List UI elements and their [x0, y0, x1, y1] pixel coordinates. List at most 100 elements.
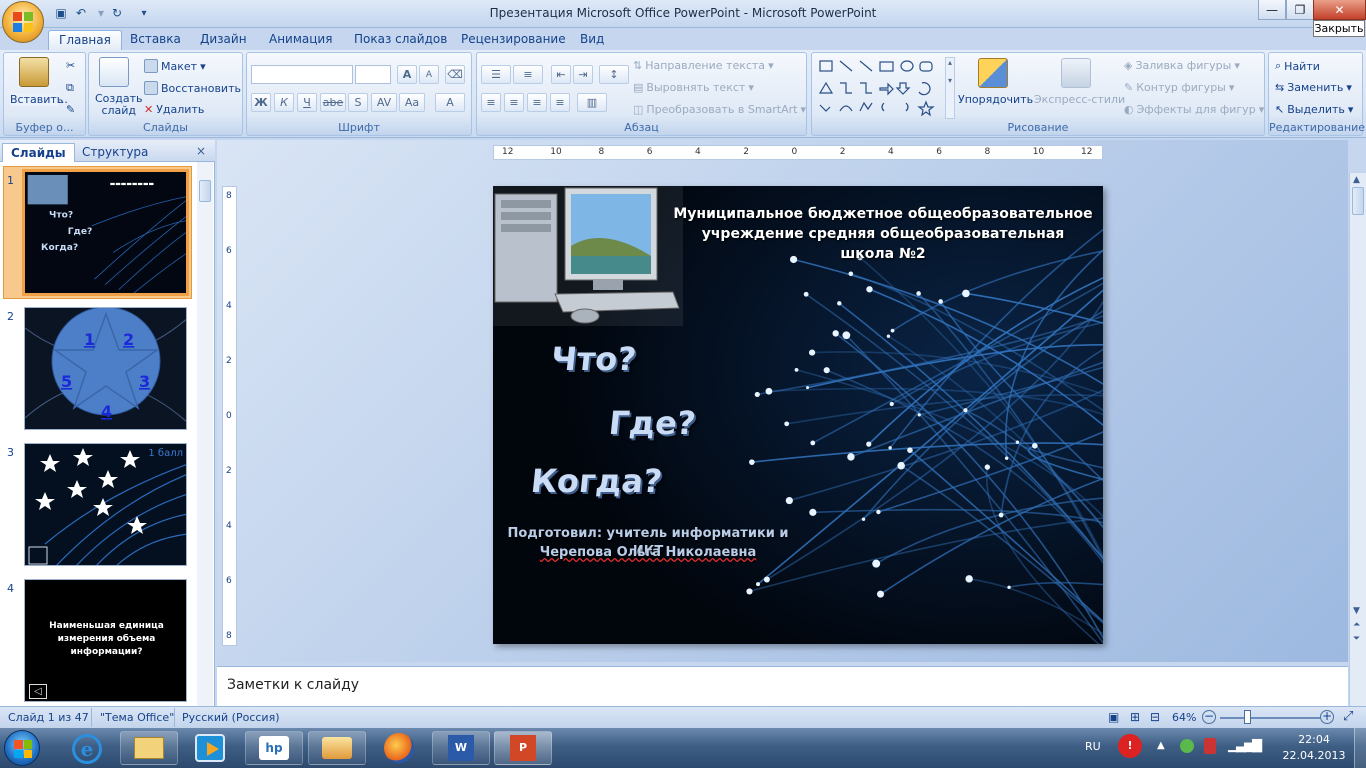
zoom-level[interactable]: 64%	[1172, 711, 1196, 724]
line-spacing-icon[interactable]: ↕	[599, 65, 629, 84]
scroll-up-icon[interactable]: ▲	[1353, 175, 1360, 185]
slideshow-view-icon[interactable]: ⊟	[1150, 710, 1160, 724]
align-right-icon[interactable]: ≡	[527, 93, 547, 112]
reset-button[interactable]: Восстановить	[144, 81, 241, 95]
delete-button[interactable]: ✕ Удалить	[144, 103, 204, 116]
shape-outline-button[interactable]: ✎ Контур фигуры ▾	[1124, 81, 1234, 94]
tab-review[interactable]: Рецензирование	[451, 30, 576, 50]
increase-indent-icon[interactable]: ⇥	[573, 65, 593, 84]
explorer-taskbar-button[interactable]	[120, 731, 178, 765]
select-button[interactable]: ↖ Выделить ▾	[1275, 103, 1353, 116]
font-family-combo[interactable]	[251, 65, 353, 84]
format-painter-icon[interactable]: ✎	[66, 103, 75, 116]
spacing-button[interactable]: AV	[371, 93, 397, 112]
justify-icon[interactable]: ≡	[550, 93, 570, 112]
notes-placeholder[interactable]: Заметки к слайду	[227, 677, 359, 693]
start-button[interactable]	[4, 730, 40, 766]
show-hidden-icons-icon[interactable]: ▲	[1157, 740, 1165, 751]
copy-icon[interactable]: ⧉	[66, 81, 74, 95]
shapes-scroll-icon[interactable]: ▴ ▾	[945, 57, 955, 119]
app-taskbar-button[interactable]	[308, 731, 366, 765]
bullets-icon[interactable]: ☰	[481, 65, 511, 84]
next-slide-icon[interactable]: ⏷	[1353, 634, 1360, 644]
notes-pane[interactable]: Заметки к слайду	[217, 666, 1348, 706]
tab-animation[interactable]: Анимация	[259, 30, 342, 50]
find-button[interactable]: ⌕ Найти	[1275, 59, 1320, 73]
internet-explorer-icon[interactable]: e	[72, 734, 102, 764]
align-center-icon[interactable]: ≡	[504, 93, 524, 112]
quick-styles-button[interactable]: Экспресс-стили	[1034, 93, 1125, 106]
columns-icon[interactable]: ▥	[577, 93, 607, 112]
grow-font-button[interactable]: A	[397, 65, 417, 84]
zoom-in-icon[interactable]: +	[1320, 710, 1334, 724]
align-left-icon[interactable]: ≡	[481, 93, 501, 112]
underline-button[interactable]: Ч	[297, 93, 317, 112]
zoom-slider-thumb[interactable]	[1244, 710, 1251, 724]
normal-view-icon[interactable]: ▣	[1108, 710, 1119, 724]
shadow-button[interactable]: S	[348, 93, 368, 112]
office-button[interactable]	[2, 1, 44, 43]
zoom-slider[interactable]	[1220, 717, 1320, 719]
slide-sorter-icon[interactable]: ⊞	[1130, 710, 1140, 724]
minimize-button[interactable]: —	[1258, 0, 1286, 20]
language-indicator[interactable]: Русский (Россия)	[182, 711, 280, 724]
tab-slideshow[interactable]: Показ слайдов	[344, 30, 457, 50]
layout-button[interactable]: Макет ▾	[144, 59, 206, 73]
paste-label[interactable]: Вставить	[10, 93, 63, 106]
powerpoint-taskbar-button[interactable]: P	[494, 731, 552, 765]
smartart-button[interactable]: ◫ Преобразовать в SmartArt ▾	[633, 103, 806, 116]
previous-slide-icon[interactable]: ⏶	[1353, 620, 1360, 630]
thumbnail-slide-1[interactable]: ▬▬▬▬▬▬▬▬ Что? Где? Когда?	[22, 169, 189, 296]
thumbnail-slide-2[interactable]: 1 2 3 4 5	[24, 307, 187, 430]
scroll-thumb[interactable]	[1352, 187, 1364, 215]
shape-fill-button[interactable]: ◈ Заливка фигуры ▾	[1124, 59, 1240, 72]
close-button[interactable]: ✕	[1313, 0, 1366, 20]
clock-time[interactable]: 22:04	[1280, 733, 1348, 746]
close-panel-icon[interactable]: ×	[196, 144, 206, 158]
new-slide-button[interactable]: Создать слайд	[95, 93, 143, 117]
strike-button[interactable]: abe	[320, 93, 346, 112]
clock-date[interactable]: 22.04.2013	[1280, 749, 1348, 762]
alert-icon[interactable]: !	[1118, 734, 1142, 758]
tab-insert[interactable]: Вставка	[120, 30, 191, 50]
numbering-icon[interactable]: ≡	[513, 65, 543, 84]
restore-button[interactable]: ❐	[1286, 0, 1314, 20]
thumbnail-slide-4[interactable]: Наименьшая единица измерения объема инфо…	[24, 579, 187, 702]
bold-button[interactable]: Ж	[251, 93, 271, 112]
thumbnail-slide-3[interactable]: 1 балл	[24, 443, 187, 566]
tab-slides[interactable]: Слайды	[2, 143, 75, 162]
decrease-indent-icon[interactable]: ⇤	[551, 65, 571, 84]
media-player-icon[interactable]	[195, 734, 225, 762]
shape-effects-button[interactable]: ◐ Эффекты для фигур ▾	[1124, 103, 1264, 116]
tab-design[interactable]: Дизайн	[190, 30, 257, 50]
tab-outline[interactable]: Структура	[74, 143, 156, 162]
scroll-down-icon[interactable]: ▼	[1353, 606, 1360, 616]
change-case-button[interactable]: Aa	[399, 93, 425, 112]
font-color-button[interactable]: A	[435, 93, 465, 112]
tray-app-icon[interactable]	[1180, 739, 1194, 753]
fit-to-window-icon[interactable]: ⤢	[1343, 709, 1353, 724]
clear-format-icon[interactable]: ⌫	[445, 65, 465, 84]
volume-icon[interactable]: 🔈︎	[1254, 738, 1262, 753]
replace-button[interactable]: ⇆ Заменить ▾	[1275, 81, 1352, 94]
font-size-combo[interactable]	[355, 65, 391, 84]
italic-button[interactable]: К	[274, 93, 294, 112]
arrange-button[interactable]: Упорядочить	[958, 93, 1033, 106]
tab-home[interactable]: Главная	[48, 30, 122, 50]
text-direction-button[interactable]: ⇅ Направление текста ▾	[633, 59, 774, 72]
cut-icon[interactable]: ✂	[66, 59, 75, 72]
panel-scrollbar[interactable]	[197, 162, 213, 706]
slide-scrollbar[interactable]: ▲ ▼ ⏶ ⏷	[1349, 173, 1366, 706]
current-slide[interactable]: Муниципальное бюджетное общеобразователь…	[493, 186, 1103, 644]
firefox-icon[interactable]	[384, 733, 414, 763]
language-tray[interactable]: RU	[1085, 740, 1101, 753]
theme-name[interactable]: "Тема Office"	[100, 711, 174, 724]
shrink-font-button[interactable]: A	[419, 65, 439, 84]
shapes-gallery-icon[interactable]	[818, 59, 944, 119]
panel-scroll-thumb[interactable]	[199, 180, 211, 202]
show-desktop-button[interactable]	[1354, 728, 1366, 768]
hp-taskbar-button[interactable]: hp	[245, 731, 303, 765]
word-taskbar-button[interactable]: W	[432, 731, 490, 765]
tab-view[interactable]: Вид	[570, 30, 614, 50]
zoom-out-icon[interactable]: −	[1202, 710, 1216, 724]
